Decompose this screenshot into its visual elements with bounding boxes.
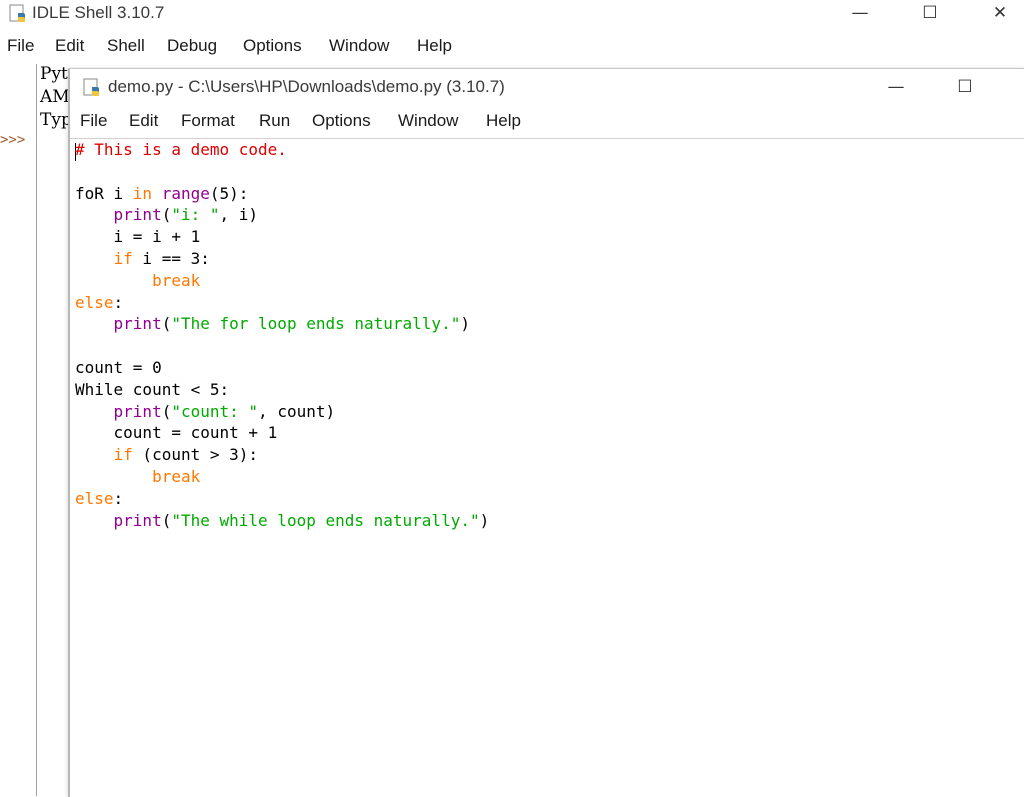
code-token-plain: ) [479, 510, 490, 530]
shell-menu-bar: File Edit Shell Debug Options Window Hel… [0, 36, 1024, 62]
shell-window-title: IDLE Shell 3.10.7 [32, 3, 165, 22]
editor-menu-file[interactable]: File [80, 111, 107, 131]
minimize-icon[interactable]: — [873, 74, 919, 102]
shell-menu-options[interactable]: Options [243, 36, 302, 56]
editor-menu-run[interactable]: Run [259, 111, 290, 131]
editor-menu-window[interactable]: Window [398, 111, 458, 131]
code-token-plain: ) [460, 314, 470, 334]
shell-title-bar: IDLE Shell 3.10.7 — ☐ ✕ [0, 0, 1024, 28]
code-line: # This is a demo code. [75, 139, 287, 161]
code-token-keyword: in [132, 183, 153, 203]
code-token-plain: foR i [75, 183, 133, 203]
code-line: print("i: ", i) [75, 204, 259, 226]
code-line: if i == 3: [75, 248, 210, 270]
code-line: While count < 5: [75, 379, 229, 401]
code-token-plain: , i) [219, 205, 259, 225]
code-token-builtin: print [113, 314, 162, 334]
code-line: count = 0 [75, 357, 162, 379]
code-token-keyword: if [113, 445, 133, 465]
code-line: else: [75, 488, 123, 510]
code-token-plain: i == 3: [132, 249, 210, 268]
editor-menu-options[interactable]: Options [312, 111, 371, 131]
code-token-string: "count: " [171, 401, 259, 421]
code-line: foR i in range(5): [75, 183, 248, 205]
editor-menu-bar: File Edit Format Run Options Window Help [70, 111, 1024, 137]
code-token-keyword: break [152, 467, 201, 486]
code-line: else: [75, 292, 123, 314]
code-line: print("The for loop ends naturally.") [75, 313, 470, 335]
code-token-plain: ( [161, 205, 172, 225]
code-token-plain: i = i + 1 [75, 227, 201, 247]
close-icon[interactable]: ✕ [977, 0, 1023, 28]
shell-menu-file[interactable]: File [7, 36, 34, 56]
code-token-plain: (5): [209, 183, 249, 203]
code-line: count = count + 1 [75, 422, 278, 444]
python-idle-icon [8, 4, 28, 24]
code-token-keyword: else [75, 488, 114, 508]
code-token-keyword: if [113, 249, 133, 268]
code-line: print("count: ", count) [75, 401, 336, 423]
code-token-keyword: break [152, 270, 201, 290]
code-editor[interactable]: # This is a demo code. foR i in range(5):… [70, 139, 1024, 797]
shell-menu-help[interactable]: Help [417, 36, 452, 56]
code-line: print("The while loop ends naturally.") [75, 510, 490, 532]
shell-menu-window[interactable]: Window [329, 36, 389, 56]
code-token-plain: : [113, 292, 124, 312]
code-token-builtin: range [161, 183, 210, 203]
code-token-string: "The while loop ends naturally." [171, 510, 480, 530]
code-token-builtin: print [113, 401, 162, 421]
editor-window: demo.py - C:\Users\HP\Downloads\demo.py … [68, 68, 1024, 797]
code-token-plain: count = 0 [75, 358, 162, 377]
shell-menu-shell[interactable]: Shell [107, 36, 145, 56]
code-token-plain: While count < 5: [75, 379, 230, 399]
code-token-string: "The for loop ends naturally." [171, 314, 461, 334]
code-token-builtin: print [113, 510, 162, 530]
code-token-plain: count = count + 1 [75, 423, 278, 443]
shell-prompt: >>> [0, 132, 26, 148]
shell-menu-edit[interactable]: Edit [55, 36, 84, 56]
minimize-icon[interactable]: — [837, 0, 883, 28]
shell-menu-debug[interactable]: Debug [167, 36, 217, 56]
shell-banner-line: Pyt [40, 64, 68, 84]
code-token-plain: ( [161, 510, 172, 530]
code-line: break [75, 466, 200, 488]
code-token-plain: (count > 3): [132, 445, 259, 465]
python-file-icon [82, 78, 102, 98]
maximize-icon[interactable]: ☐ [942, 74, 988, 102]
editor-window-title: demo.py - C:\Users\HP\Downloads\demo.py … [108, 77, 505, 96]
code-token-keyword: else [75, 292, 114, 312]
code-token-builtin: print [113, 205, 162, 225]
editor-menu-format[interactable]: Format [181, 111, 235, 131]
code-token-comment: # This is a demo code. [75, 140, 287, 159]
code-token-plain: , count) [258, 401, 336, 421]
code-line: if (count > 3): [75, 444, 259, 466]
code-token-string: "i: " [171, 205, 220, 225]
editor-menu-help[interactable]: Help [486, 111, 521, 131]
maximize-icon[interactable]: ☐ [907, 0, 953, 28]
code-token-plain: ( [161, 314, 172, 334]
editor-menu-edit[interactable]: Edit [129, 111, 158, 131]
editor-title-bar: demo.py - C:\Users\HP\Downloads\demo.py … [70, 69, 1024, 107]
code-token-plain: ( [161, 401, 172, 421]
code-token-plain: : [113, 488, 124, 508]
code-line: break [75, 270, 200, 292]
shell-sidebar: >>> [0, 64, 37, 796]
code-line: i = i + 1 [75, 226, 201, 248]
